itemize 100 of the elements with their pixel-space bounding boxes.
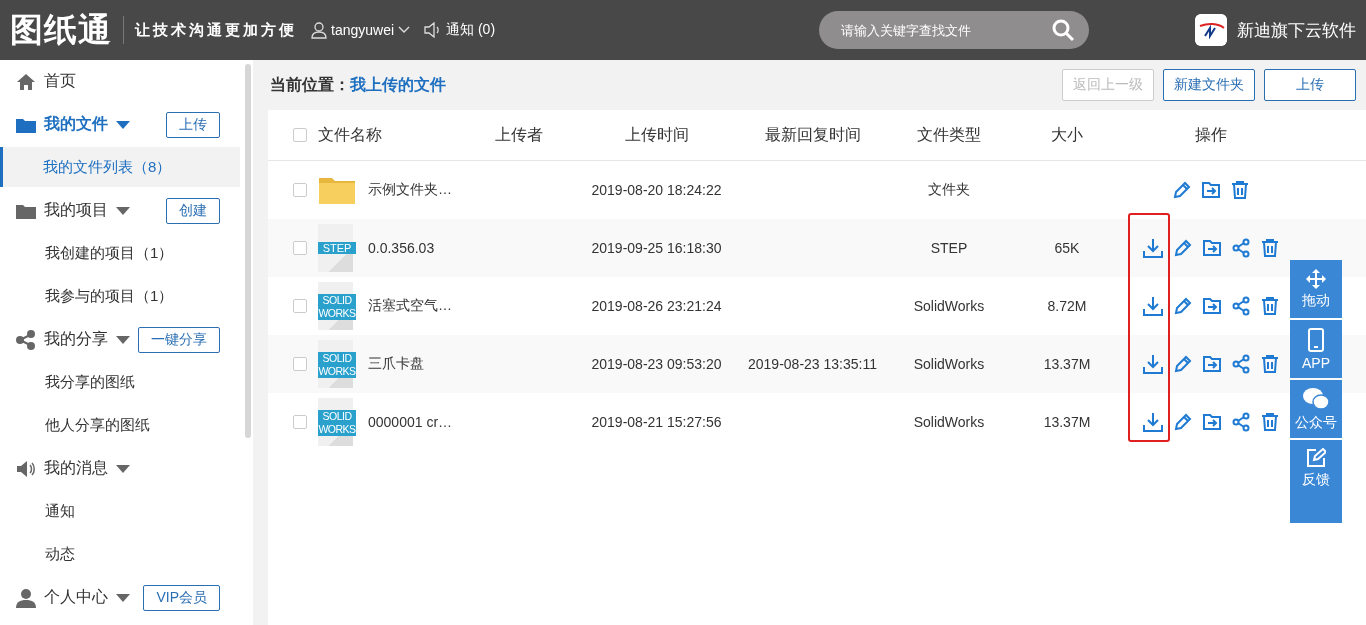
section-action-button[interactable]: 创建 (166, 197, 220, 224)
move-to-folder-icon[interactable] (1201, 180, 1221, 200)
pencil-icon[interactable] (1173, 238, 1193, 258)
file-type-icon: SOLID WORKS (318, 282, 356, 330)
user-icon (311, 21, 327, 39)
file-name[interactable]: 0.0.356.03 (368, 240, 435, 256)
caret-down-icon[interactable] (116, 464, 130, 473)
file-name[interactable]: 示例文件夹… (368, 181, 452, 199)
file-type-icon: STEP (318, 224, 356, 272)
user-name[interactable]: tangyuwei (331, 22, 395, 38)
download-icon[interactable] (1142, 411, 1164, 433)
table-cell-text: 8.72M (1046, 298, 1088, 314)
column-header: 操作 (1194, 124, 1228, 145)
folder-icon (16, 116, 36, 133)
table-cell-text: 2019-08-23 09:53:20 (590, 356, 723, 372)
chat-bubbles-icon (1302, 386, 1330, 411)
move-arrows-icon (1306, 268, 1326, 289)
trash-icon[interactable] (1260, 412, 1280, 432)
download-icon[interactable] (1142, 295, 1164, 317)
caret-down-icon[interactable] (116, 593, 130, 602)
nav-item[interactable]: 通知 (0, 491, 240, 531)
nav-item[interactable]: 他人分享的图纸 (0, 405, 240, 445)
section-action-button[interactable]: 上传 (166, 111, 220, 138)
caret-down-icon[interactable] (116, 206, 130, 215)
pencil-icon[interactable] (1173, 412, 1193, 432)
caret-down-icon[interactable] (116, 335, 130, 344)
nav-item[interactable]: 我的文件列表（8） (0, 147, 240, 187)
checkbox[interactable] (293, 299, 307, 313)
table-cell-text: 65K (1053, 240, 1081, 256)
nav-item[interactable]: 我分享的图纸 (0, 362, 240, 402)
nav-item[interactable]: 动态 (0, 534, 240, 574)
move-to-folder-icon[interactable] (1202, 354, 1222, 374)
side-tool-button[interactable]: 公众号 (1290, 380, 1342, 438)
table-cell-text: 2019-08-23 13:35:11 (747, 356, 878, 372)
trash-icon[interactable] (1260, 354, 1280, 374)
nav-link[interactable]: 首页 (44, 71, 76, 92)
search-bar[interactable]: 请输入关键字查找文件 (819, 11, 1089, 49)
person-icon (16, 587, 36, 608)
table-cell-text: SolidWorks (912, 356, 986, 372)
file-name[interactable]: 活塞式空气… (368, 297, 452, 315)
phone-icon (1308, 327, 1324, 352)
file-type-icon: SOLID WORKS (318, 398, 356, 446)
column-header: 文件类型 (916, 124, 982, 145)
brand-name: 新迪旗下云软件 (1237, 19, 1356, 42)
table-cell-text: STEP (929, 240, 969, 256)
chevron-down-icon[interactable] (398, 26, 411, 34)
table-cell-text: 13.37M (1042, 356, 1092, 372)
nav-section[interactable]: 我的项目 创建 (0, 189, 240, 232)
table-cell-text: 2019-08-20 18:24:22 (590, 182, 723, 198)
trash-icon[interactable] (1260, 296, 1280, 316)
toolbar-button[interactable]: 新建文件夹 (1163, 69, 1255, 101)
download-icon[interactable] (1142, 353, 1164, 375)
share-icon[interactable] (1231, 238, 1251, 258)
checkbox[interactable] (293, 128, 307, 142)
nav-item[interactable]: 我参与的项目（1） (0, 276, 240, 316)
toolbar-button[interactable]: 上传 (1264, 69, 1356, 101)
notice-link[interactable]: 通知 (0) (446, 21, 496, 39)
column-header: 最新回复时间 (763, 124, 862, 145)
table-cell-text: 13.37M (1042, 414, 1092, 430)
edit-note-icon (1306, 448, 1326, 468)
folder-icon (318, 175, 356, 205)
nav-section[interactable]: 个人中心 VIP会员 (0, 576, 240, 619)
pencil-icon[interactable] (1173, 354, 1193, 374)
side-tool-button[interactable]: 拖动 (1290, 260, 1342, 318)
home-icon (16, 72, 36, 91)
trash-icon[interactable] (1230, 180, 1250, 200)
caret-down-icon[interactable] (116, 120, 130, 129)
pencil-icon[interactable] (1172, 180, 1192, 200)
breadcrumb: 当前位置：我上传的文件 (269, 74, 446, 95)
file-type-icon: SOLID WORKS (318, 340, 356, 388)
share-icon[interactable] (1231, 412, 1251, 432)
move-to-folder-icon[interactable] (1202, 238, 1222, 258)
checkbox[interactable] (293, 357, 307, 371)
table-cell-text: 2019-08-21 15:27:56 (590, 414, 723, 430)
nav-section[interactable]: 我的文件 上传 (0, 103, 240, 146)
file-name[interactable]: 三爪卡盘 (368, 355, 424, 373)
checkbox[interactable] (293, 183, 307, 197)
pencil-icon[interactable] (1173, 296, 1193, 316)
search-field[interactable]: 请输入关键字查找文件 (839, 21, 1051, 39)
column-header: 上传时间 (623, 124, 690, 145)
share-icon[interactable] (1231, 296, 1251, 316)
slogan: 让技术沟通更加方便 (135, 20, 297, 40)
section-action-button[interactable]: 一键分享 (138, 326, 220, 353)
side-tool-button[interactable]: APP (1290, 320, 1342, 378)
download-icon[interactable] (1142, 237, 1164, 259)
table-cell-text: SolidWorks (912, 414, 986, 430)
nav-section[interactable]: 我的消息 (0, 447, 240, 490)
checkbox[interactable] (293, 241, 307, 255)
share-icon[interactable] (1231, 354, 1251, 374)
move-to-folder-icon[interactable] (1202, 296, 1222, 316)
trash-icon[interactable] (1260, 238, 1280, 258)
table-cell-text: 文件夹 (927, 181, 971, 199)
search-icon[interactable] (1051, 18, 1075, 42)
move-to-folder-icon[interactable] (1202, 412, 1222, 432)
section-action-button[interactable]: VIP会员 (143, 584, 220, 611)
nav-section[interactable]: 我的分享 一键分享 (0, 318, 240, 361)
checkbox[interactable] (293, 415, 307, 429)
file-name[interactable]: 0000001 cr… (368, 414, 453, 430)
nav-item[interactable]: 我创建的项目（1） (0, 233, 240, 273)
table-cell-text: 2019-09-25 16:18:30 (590, 240, 723, 256)
